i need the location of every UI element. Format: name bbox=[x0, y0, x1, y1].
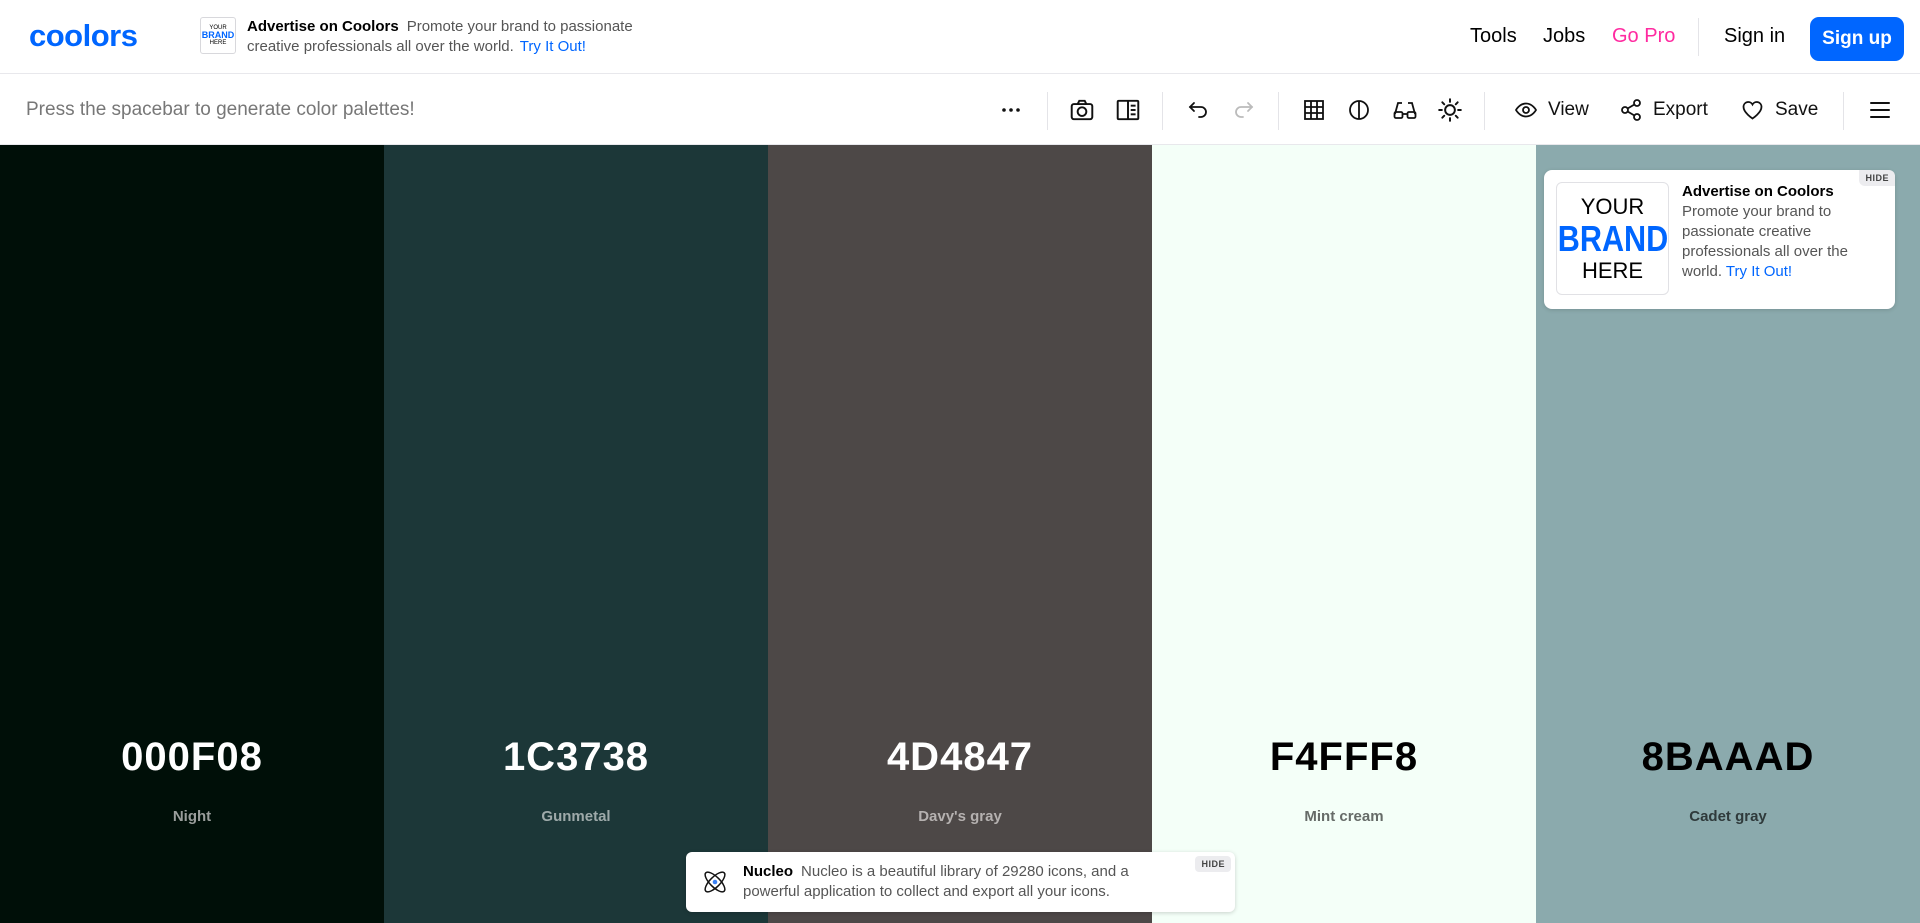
color-hex-code[interactable]: 4D4847 bbox=[768, 735, 1152, 780]
save-button[interactable]: Save bbox=[1740, 96, 1818, 124]
save-button-label: Save bbox=[1775, 99, 1819, 120]
header-ad-title: Advertise on Coolors bbox=[247, 18, 399, 35]
header-ad-text: Advertise on Coolors Promote your brand t… bbox=[247, 17, 667, 57]
top-header: coolors YOUR BRAND HERE Advertise on Coo… bbox=[0, 0, 1920, 74]
brand-placeholder-logo: YOUR BRAND HERE bbox=[1556, 182, 1669, 295]
heart-icon bbox=[1742, 101, 1763, 120]
toolbar-divider bbox=[1162, 92, 1163, 130]
sidebar-ad-title: Advertise on Coolors bbox=[1682, 183, 1834, 200]
view-button[interactable]: View bbox=[1514, 96, 1589, 124]
color-swatch[interactable]: 000F08 Night bbox=[0, 145, 384, 923]
toolbar-divider bbox=[1843, 92, 1844, 130]
hide-ad-button[interactable]: HIDE bbox=[1195, 856, 1231, 872]
spacebar-hint: Press the spacebar to generate color pal… bbox=[26, 99, 415, 120]
coolors-logo[interactable]: coolors bbox=[29, 18, 167, 55]
nav-divider bbox=[1698, 18, 1699, 56]
color-hex-code[interactable]: 000F08 bbox=[0, 735, 384, 780]
svg-text:coolors: coolors bbox=[29, 22, 137, 50]
palette-toolbar: Press the spacebar to generate color pal… bbox=[0, 75, 1920, 145]
export-button[interactable]: Export bbox=[1619, 96, 1708, 124]
grid-icon[interactable] bbox=[1300, 96, 1328, 124]
side-panel-icon[interactable] bbox=[1114, 96, 1142, 124]
undo-icon[interactable] bbox=[1184, 96, 1212, 124]
toolbar-divider bbox=[1047, 92, 1048, 130]
bottom-ad-title: Nucleo bbox=[743, 863, 794, 880]
header-ad[interactable]: YOUR BRAND HERE Advertise on Coolors Prom… bbox=[200, 17, 667, 57]
color-swatch[interactable]: 1C3738 Gunmetal bbox=[384, 145, 768, 923]
color-swatch[interactable]: 4D4847 Davy's gray bbox=[768, 145, 1152, 923]
color-name: Gunmetal bbox=[541, 808, 611, 825]
sign-up-button[interactable]: Sign up bbox=[1810, 17, 1904, 61]
glasses-icon[interactable] bbox=[1391, 96, 1419, 124]
color-name: Davy's gray bbox=[918, 808, 1002, 825]
brand-placeholder-logo: YOUR BRAND HERE bbox=[200, 17, 236, 54]
sign-in-link[interactable]: Sign in bbox=[1724, 25, 1785, 48]
share-icon bbox=[1621, 99, 1641, 121]
toolbar-divider bbox=[1278, 92, 1279, 130]
color-swatch[interactable]: F4FFF8 Mint cream bbox=[1152, 145, 1536, 923]
color-name: Cadet gray bbox=[1689, 808, 1767, 825]
toolbar-divider bbox=[1484, 92, 1485, 130]
export-button-label: Export bbox=[1653, 99, 1708, 120]
color-hex-code[interactable]: 1C3738 bbox=[384, 735, 768, 780]
redo-icon[interactable] bbox=[1230, 96, 1258, 124]
hamburger-menu-icon[interactable] bbox=[1866, 96, 1894, 124]
camera-icon[interactable] bbox=[1068, 96, 1096, 124]
bottom-ad-banner[interactable]: Nucleo Nucleo is a beautiful library of 2… bbox=[686, 852, 1235, 912]
view-button-label: View bbox=[1548, 99, 1589, 120]
bottom-ad-text: Nucleo Nucleo is a beautiful library of 2… bbox=[743, 862, 1183, 902]
nav-tools-link[interactable]: Tools bbox=[1470, 25, 1517, 48]
sun-icon[interactable] bbox=[1436, 96, 1464, 124]
nav-go-pro-link[interactable]: Go Pro bbox=[1612, 25, 1675, 48]
nav-jobs-link[interactable]: Jobs bbox=[1543, 25, 1585, 48]
eye-icon bbox=[1514, 102, 1538, 118]
bottom-ad-body: Nucleo is a beautiful library of 29280 i… bbox=[743, 863, 1129, 900]
hide-ad-button[interactable]: HIDE bbox=[1859, 170, 1895, 186]
color-name: Mint cream bbox=[1304, 808, 1384, 825]
sidebar-ad-card[interactable]: YOUR BRAND HERE Advertise on Coolors Pro… bbox=[1544, 170, 1895, 309]
color-name: Night bbox=[172, 808, 212, 825]
nucleo-atom-icon bbox=[697, 864, 733, 900]
sidebar-ad-cta-link[interactable]: Try It Out! bbox=[1726, 263, 1792, 280]
header-ad-cta-link[interactable]: Try It Out! bbox=[520, 38, 586, 55]
contrast-icon[interactable] bbox=[1345, 96, 1373, 124]
color-hex-code[interactable]: F4FFF8 bbox=[1152, 735, 1536, 780]
sidebar-ad-text: Advertise on Coolors Promote your brand … bbox=[1682, 182, 1882, 282]
color-hex-code[interactable]: 8BAAAD bbox=[1536, 735, 1920, 780]
more-icon[interactable] bbox=[997, 96, 1025, 124]
